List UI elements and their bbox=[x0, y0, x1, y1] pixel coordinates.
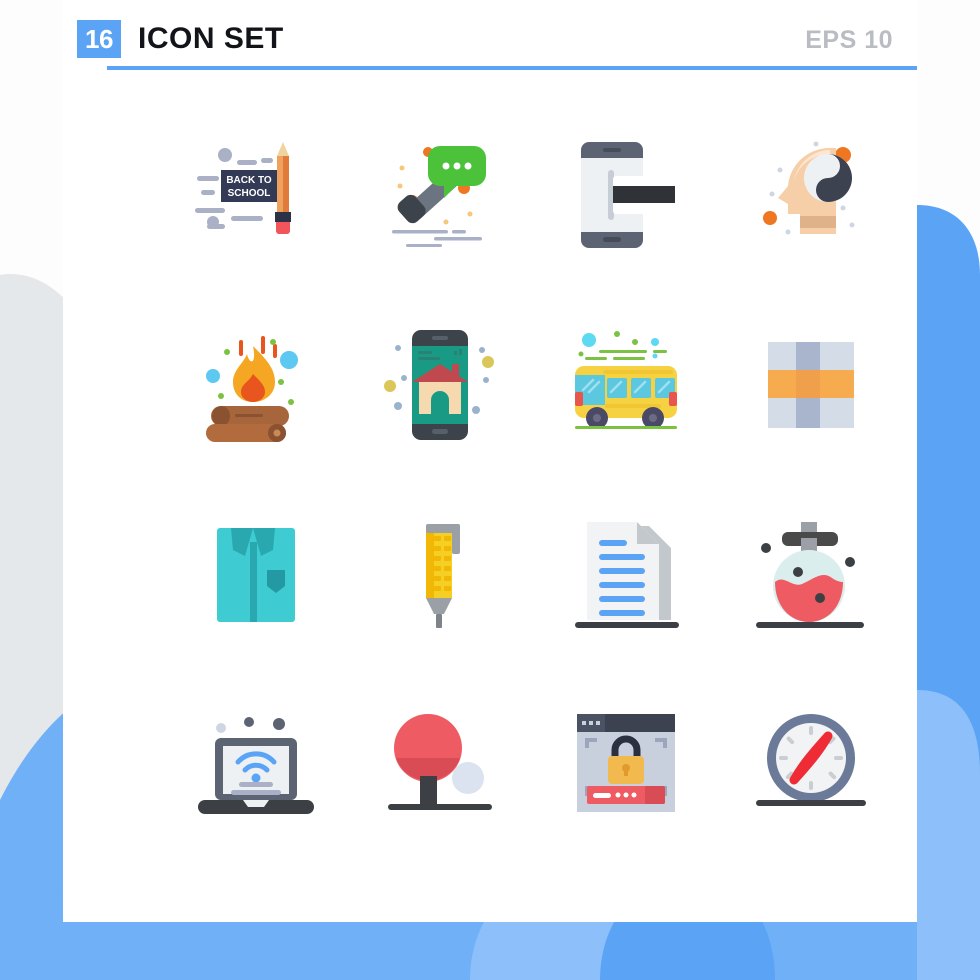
icon-cell-mobile-home-app[interactable] bbox=[348, 290, 533, 480]
house-chimney bbox=[451, 364, 459, 376]
icon-cell-folded-shirt[interactable] bbox=[163, 480, 348, 670]
log-top-end bbox=[211, 406, 230, 426]
format-label: EPS 10 bbox=[805, 26, 893, 54]
pen-cone bbox=[425, 598, 452, 614]
ribbon-cross-center bbox=[795, 370, 820, 398]
log-bottom-knot bbox=[273, 429, 280, 437]
bus-windows bbox=[606, 378, 675, 398]
icon-cell-back-to-school-pencil[interactable]: BACK TO SCHOOL bbox=[163, 100, 348, 290]
road-line bbox=[574, 426, 677, 429]
icon-cell-campfire-logs[interactable] bbox=[163, 290, 348, 480]
credit-card-stripe bbox=[612, 186, 675, 203]
pen-nib bbox=[435, 614, 442, 628]
pencil-ferrule bbox=[274, 212, 291, 222]
ground-lines bbox=[391, 230, 482, 247]
board-text-line1: BACK TO bbox=[226, 175, 272, 186]
icon-cell-browser-password-lock[interactable] bbox=[533, 670, 718, 860]
bus-roof-line bbox=[602, 370, 673, 374]
browser-dots bbox=[581, 721, 600, 725]
icon-cell-gift-package[interactable] bbox=[718, 290, 903, 480]
shirt-placket bbox=[249, 542, 257, 622]
icon-cell-head-yin-yang-balance[interactable] bbox=[718, 100, 903, 290]
icon-cell-document-file[interactable] bbox=[533, 480, 718, 670]
log-top-grain bbox=[234, 414, 263, 417]
icon-sheet: 16 ICON SET EPS 10 BACK TO SCHOOL bbox=[63, 0, 917, 922]
board-text-line2: SCHOOL bbox=[227, 188, 270, 199]
signal-dots bbox=[215, 717, 285, 733]
bus-taillight-front bbox=[574, 392, 583, 406]
pen-barrel-shade bbox=[425, 528, 434, 598]
flask-base-line bbox=[755, 622, 864, 628]
icon-cell-pen[interactable] bbox=[348, 480, 533, 670]
icon-cell-school-bus[interactable] bbox=[533, 290, 718, 480]
wifi-dot bbox=[251, 773, 260, 783]
icon-cell-phone-call-chat[interactable] bbox=[348, 100, 533, 290]
icon-count-badge: 16 bbox=[77, 20, 121, 58]
house-door bbox=[430, 391, 449, 414]
icon-cell-laptop-wifi[interactable] bbox=[163, 670, 348, 860]
sheet-header: 16 ICON SET EPS 10 bbox=[63, 0, 917, 70]
phone-home-button bbox=[431, 429, 448, 434]
compass-base-line bbox=[755, 800, 866, 806]
pencil-eraser bbox=[275, 222, 290, 234]
yin-yang-symbol bbox=[803, 154, 852, 202]
wave-blue-soft-lobe bbox=[917, 690, 980, 980]
icon-cell-mobile-payment-card[interactable] bbox=[533, 100, 718, 290]
bus-taillight-rear bbox=[668, 392, 677, 406]
flask-liquid bbox=[774, 574, 843, 622]
paddle-handle bbox=[419, 776, 437, 808]
pencil-tip bbox=[276, 142, 289, 156]
header-divider bbox=[107, 66, 917, 70]
phone-speaker bbox=[602, 148, 621, 152]
lock-keyhole-slot bbox=[623, 768, 628, 776]
chat-dots bbox=[442, 162, 471, 170]
pencil-body-light bbox=[276, 156, 283, 212]
password-dots bbox=[615, 792, 636, 798]
neck-shade bbox=[799, 216, 836, 228]
table-line bbox=[387, 804, 492, 810]
icon-cell-table-tennis-paddle[interactable] bbox=[348, 670, 533, 860]
document-base-line bbox=[574, 622, 679, 628]
motion-dots bbox=[578, 331, 659, 359]
phone-speaker bbox=[431, 336, 448, 340]
password-field-button bbox=[644, 786, 665, 804]
page-title: ICON SET bbox=[138, 22, 284, 55]
password-text bbox=[592, 793, 611, 798]
ping-pong-ball bbox=[451, 762, 484, 794]
icon-grid: BACK TO SCHOOL bbox=[163, 100, 903, 890]
icon-cell-compass[interactable] bbox=[718, 670, 903, 860]
phone-home-button bbox=[602, 237, 621, 242]
icon-cell-lab-flask[interactable] bbox=[718, 480, 903, 670]
icon-set-page: 16 ICON SET EPS 10 BACK TO SCHOOL bbox=[0, 0, 980, 980]
pencil-body bbox=[282, 156, 289, 212]
pen-clip bbox=[451, 524, 460, 554]
